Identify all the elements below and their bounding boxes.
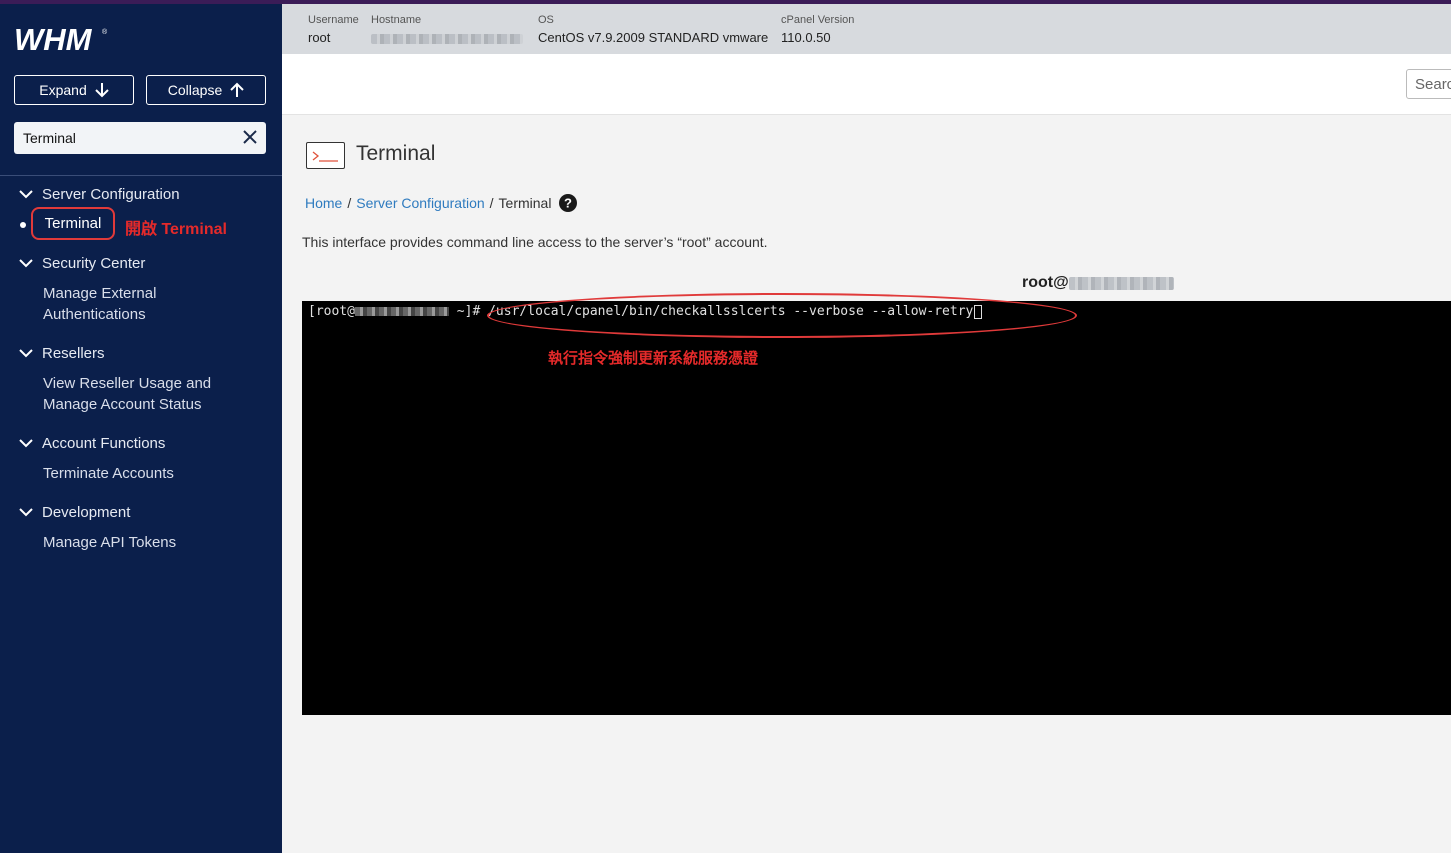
chevron-down-icon xyxy=(19,349,33,358)
nav-group-security-center[interactable]: Security Center xyxy=(18,253,145,273)
page-title: Terminal xyxy=(356,142,436,165)
terminal-command-line: [root@ ~]# /usr/local/cpanel/bin/checkal… xyxy=(308,304,983,319)
terminal-screen[interactable]: [root@ ~]# /usr/local/cpanel/bin/checkal… xyxy=(302,301,1451,715)
info-value: root xyxy=(308,30,331,45)
expand-label: Expand xyxy=(39,82,87,98)
terminal-icon xyxy=(306,142,345,169)
sidebar: WHM ® Expand Collapse Terminal Server Co… xyxy=(0,4,282,853)
arrow-down-icon xyxy=(95,83,109,98)
sidebar-search-input[interactable]: Terminal xyxy=(14,122,266,154)
info-label: cPanel Version xyxy=(781,14,855,26)
nav-group-server-configuration[interactable]: Server Configuration xyxy=(18,184,180,204)
logo-text: WHM xyxy=(14,22,93,54)
breadcrumb: Home / Server Configuration / Terminal ? xyxy=(305,194,578,212)
nav-group-label: Resellers xyxy=(42,344,105,362)
redacted-prompt-host xyxy=(354,307,449,316)
whm-logo[interactable]: WHM ® xyxy=(14,22,110,59)
sidebar-item-manage-api-tokens[interactable]: Manage API Tokens xyxy=(43,532,176,553)
terminal-session-label: root@ xyxy=(1022,274,1174,292)
nav-group-label: Security Center xyxy=(42,254,146,272)
sidebar-item-manage-external-authentications[interactable]: Manage External Authentications xyxy=(43,283,193,325)
collapse-label: Collapse xyxy=(167,82,223,98)
svg-text:?: ? xyxy=(564,196,572,211)
header-toolbar xyxy=(282,54,1451,115)
chevron-down-icon xyxy=(19,190,33,199)
info-label: Username xyxy=(308,14,359,26)
annotation-open-terminal: 開啟 Terminal xyxy=(125,221,227,238)
info-username: Username root xyxy=(308,14,359,45)
registered-mark: ® xyxy=(102,28,108,36)
terminal-cursor xyxy=(974,304,983,319)
info-value: 110.0.50 xyxy=(781,30,831,45)
arrow-up-icon xyxy=(230,82,244,97)
info-label: Hostname xyxy=(371,14,422,26)
page-description: This interface provides command line acc… xyxy=(302,234,768,250)
nav-group-label: Development xyxy=(42,503,131,521)
sidebar-item-view-reseller-usage[interactable]: View Reseller Usage and Manage Account S… xyxy=(43,373,223,415)
nav-group-development[interactable]: Development xyxy=(18,502,130,522)
annotation-run-command: 執行指令強制更新系統服務憑證 xyxy=(548,349,759,367)
info-hostname: Hostname xyxy=(371,14,523,45)
server-info-bar: Username root Hostname OS CentOS v7.9.20… xyxy=(282,4,1451,54)
redacted-host xyxy=(1068,276,1174,290)
terminal-prompt-glyph xyxy=(312,151,338,162)
info-label: OS xyxy=(538,14,554,26)
breadcrumb-separator: / xyxy=(489,195,494,211)
info-value xyxy=(371,30,523,45)
nav-group-resellers[interactable]: Resellers xyxy=(18,343,105,363)
terminal-command: /usr/local/cpanel/bin/checkallsslcerts -… xyxy=(488,304,974,319)
nav-group-label: Account Functions xyxy=(42,434,166,452)
close-icon[interactable] xyxy=(242,129,258,145)
sidebar-divider xyxy=(0,175,282,176)
info-value: CentOS v7.9.2009 STANDARD vmware xyxy=(538,30,769,45)
info-cpanel-version: cPanel Version 110.0.50 xyxy=(781,14,854,45)
breadcrumb-current: Terminal xyxy=(498,195,552,211)
sidebar-item-terminal[interactable]: Terminal xyxy=(31,207,115,240)
sidebar-item-label: Terminal xyxy=(44,215,102,232)
breadcrumb-server-configuration[interactable]: Server Configuration xyxy=(356,195,484,211)
chevron-down-icon xyxy=(19,439,33,448)
chevron-down-icon xyxy=(19,508,33,517)
chevron-down-icon xyxy=(19,259,33,268)
top-search-input[interactable]: Search xyxy=(1406,69,1451,99)
info-os: OS CentOS v7.9.2009 STANDARD vmware xyxy=(538,14,768,45)
sidebar-item-terminate-accounts[interactable]: Terminate Accounts xyxy=(43,463,174,484)
sidebar-search-value: Terminal xyxy=(23,130,76,146)
terminal-prompt-end: ~]# xyxy=(448,304,489,319)
collapse-button[interactable]: Collapse xyxy=(146,75,266,105)
terminal-prompt-start: [root@ xyxy=(308,304,355,319)
active-bullet xyxy=(20,222,26,228)
redacted-hostname xyxy=(371,33,523,44)
root-at-label: root@ xyxy=(1022,274,1069,291)
nav-group-account-functions[interactable]: Account Functions xyxy=(18,433,165,453)
breadcrumb-home[interactable]: Home xyxy=(305,195,342,211)
whm-logo-mark: WHM ® xyxy=(14,22,108,57)
nav-group-label: Server Configuration xyxy=(42,185,180,203)
breadcrumb-separator: / xyxy=(347,195,352,211)
help-icon[interactable]: ? xyxy=(559,194,578,212)
expand-button[interactable]: Expand xyxy=(14,75,134,105)
